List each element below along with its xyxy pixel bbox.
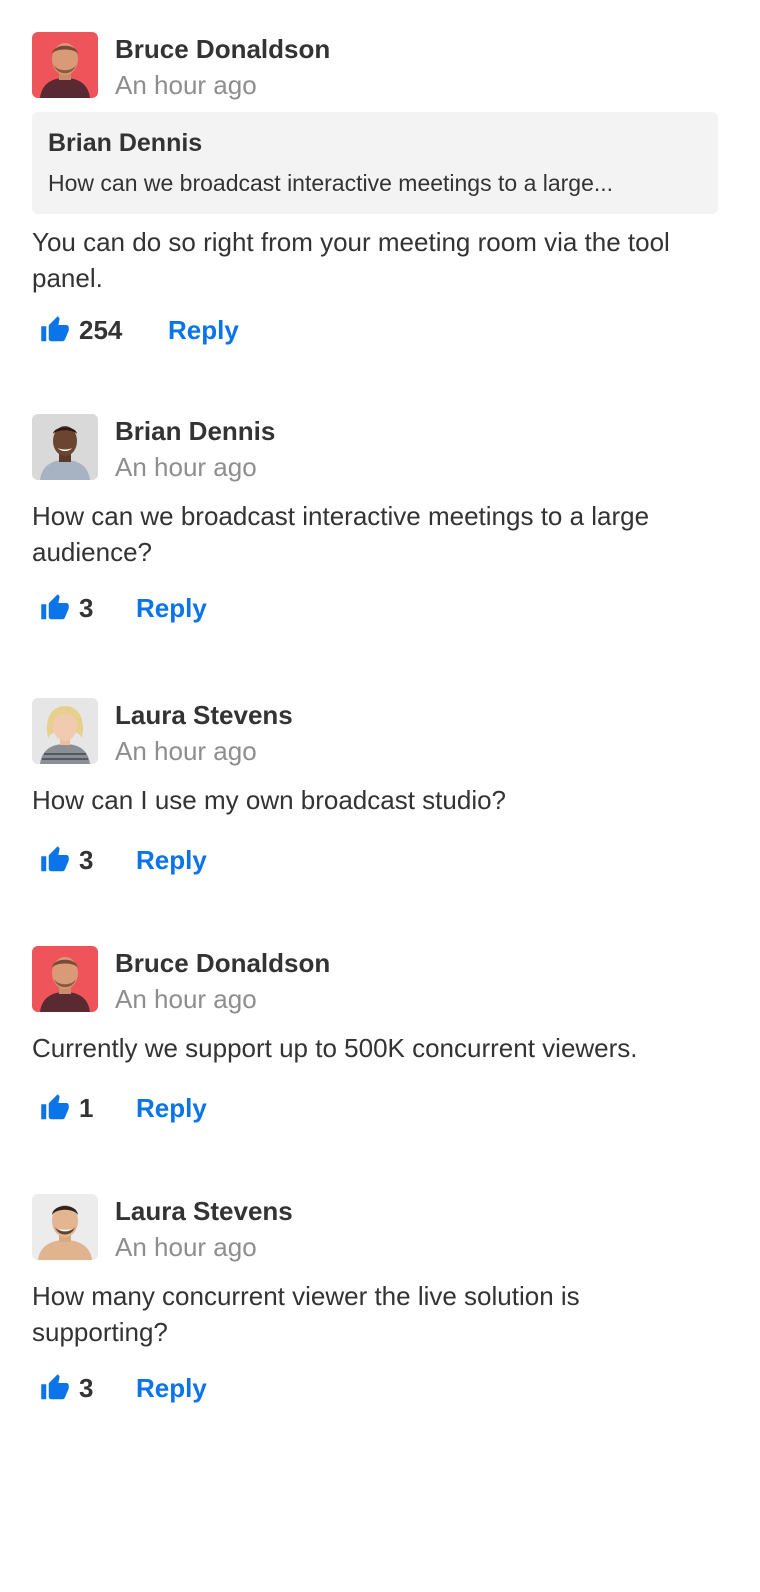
comment-text: How many concurrent viewer the live solu… bbox=[32, 1281, 580, 1347]
comment-author[interactable]: Laura Stevens bbox=[115, 1196, 293, 1227]
quoted-text: How can we broadcast interactive meeting… bbox=[48, 170, 614, 196]
comment-text: You can do so right from your meeting ro… bbox=[32, 227, 670, 293]
comment-author[interactable]: Bruce Donaldson bbox=[115, 948, 330, 979]
comment-header: Laura Stevens An hour ago bbox=[32, 698, 718, 768]
comment-time: An hour ago bbox=[115, 452, 257, 482]
comment-author[interactable]: Bruce Donaldson bbox=[115, 34, 330, 65]
reply-button[interactable]: Reply bbox=[136, 588, 207, 628]
comment-item: Laura Stevens An hour ago How many concu… bbox=[32, 1194, 718, 1408]
like-count: 3 bbox=[79, 844, 94, 875]
comment-header: Brian Dennis An hour ago bbox=[32, 414, 718, 484]
avatar[interactable] bbox=[32, 698, 98, 764]
reply-button[interactable]: Reply bbox=[136, 1368, 207, 1408]
like-button[interactable]: 3 bbox=[40, 1368, 93, 1408]
reply-button[interactable]: Reply bbox=[136, 840, 207, 880]
like-button[interactable]: 1 bbox=[40, 1088, 93, 1128]
comment-author[interactable]: Laura Stevens bbox=[115, 700, 293, 731]
quoted-author: Brian Dennis bbox=[48, 129, 203, 157]
like-button[interactable]: 3 bbox=[40, 840, 93, 880]
thumbs-up-icon bbox=[40, 1093, 70, 1123]
avatar-photo bbox=[32, 1194, 98, 1260]
comment-time: An hour ago bbox=[115, 70, 257, 100]
comment-author[interactable]: Brian Dennis bbox=[115, 416, 275, 447]
comment-item: Bruce Donaldson An hour ago Currently we… bbox=[32, 946, 718, 1128]
avatar-photo bbox=[32, 946, 98, 1012]
comment-item: Brian Dennis An hour ago How can we broa… bbox=[32, 414, 718, 628]
thumbs-up-icon bbox=[40, 845, 70, 875]
avatar-photo bbox=[32, 414, 98, 480]
avatar-photo bbox=[32, 698, 98, 764]
comment-time: An hour ago bbox=[115, 984, 257, 1014]
reply-button[interactable]: Reply bbox=[168, 310, 239, 350]
comment-header: Bruce Donaldson An hour ago bbox=[32, 32, 718, 102]
reply-button[interactable]: Reply bbox=[136, 1088, 207, 1128]
comment-item: Bruce Donaldson An hour ago Brian Dennis… bbox=[32, 32, 718, 350]
avatar[interactable] bbox=[32, 414, 98, 480]
avatar[interactable] bbox=[32, 32, 98, 98]
avatar[interactable] bbox=[32, 1194, 98, 1260]
comment-actions: 3 Reply bbox=[32, 1368, 718, 1408]
like-count: 3 bbox=[79, 1372, 94, 1403]
comment-time: An hour ago bbox=[115, 1232, 257, 1262]
comment-text: Currently we support up to 500K concurre… bbox=[32, 1033, 638, 1063]
comment-header: Bruce Donaldson An hour ago bbox=[32, 946, 718, 1016]
comment-text: How can I use my own broadcast studio? bbox=[32, 785, 507, 815]
like-count: 254 bbox=[79, 314, 123, 345]
comment-actions: 1 Reply bbox=[32, 1088, 718, 1128]
comment-item: Laura Stevens An hour ago How can I use … bbox=[32, 698, 718, 880]
comment-header: Laura Stevens An hour ago bbox=[32, 1194, 718, 1264]
comment-actions: 3 Reply bbox=[32, 840, 718, 880]
comment-time: An hour ago bbox=[115, 736, 257, 766]
thumbs-up-icon bbox=[40, 593, 70, 623]
avatar[interactable] bbox=[32, 946, 98, 1012]
comment-actions: 3 Reply bbox=[32, 588, 718, 628]
quoted-comment[interactable]: Brian Dennis How can we broadcast intera… bbox=[32, 112, 718, 214]
comment-actions: 254 Reply bbox=[32, 310, 718, 350]
thumbs-up-icon bbox=[40, 1373, 70, 1403]
comment-text: How can we broadcast interactive meeting… bbox=[32, 501, 650, 567]
like-button[interactable]: 3 bbox=[40, 588, 93, 628]
like-button[interactable]: 254 bbox=[40, 310, 122, 350]
like-count: 3 bbox=[79, 592, 94, 623]
like-count: 1 bbox=[79, 1092, 94, 1123]
thumbs-up-icon bbox=[40, 315, 70, 345]
avatar-photo bbox=[32, 32, 98, 98]
